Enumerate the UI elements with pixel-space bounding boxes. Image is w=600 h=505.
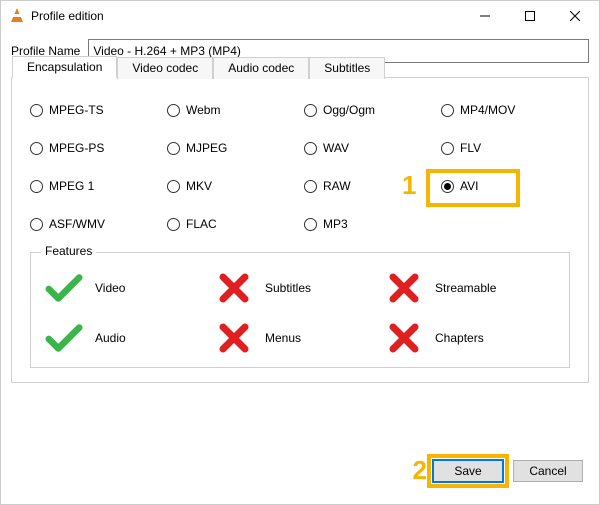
radio-icon — [167, 180, 180, 193]
cancel-button[interactable]: Cancel — [513, 460, 583, 482]
tab-audio-codec[interactable]: Audio codec — [213, 57, 309, 79]
radio-mpeg-ts[interactable]: MPEG-TS — [30, 100, 159, 120]
radio-icon — [304, 218, 317, 231]
radio-ogg[interactable]: Ogg/Ogm — [304, 100, 433, 120]
dialog-footer: 2 Save Cancel — [413, 455, 583, 486]
radio-icon — [304, 142, 317, 155]
radio-icon — [304, 104, 317, 117]
tab-row: Encapsulation Video codec Audio codec Su… — [12, 56, 385, 78]
feature-streamable: Streamable — [385, 273, 555, 303]
radio-mjpeg[interactable]: MJPEG — [167, 138, 296, 158]
close-button[interactable] — [552, 1, 597, 31]
cross-icon — [215, 273, 253, 303]
radio-mpeg-1[interactable]: MPEG 1 — [30, 176, 159, 196]
callout-2: 2 — [413, 455, 427, 486]
radio-wav[interactable]: WAV — [304, 138, 433, 158]
radio-icon — [441, 142, 454, 155]
radio-asf-wmv[interactable]: ASF/WMV — [30, 214, 159, 234]
check-icon — [45, 323, 83, 353]
radio-raw[interactable]: RAW — [304, 176, 433, 196]
check-icon — [45, 273, 83, 303]
feature-chapters: Chapters — [385, 323, 555, 353]
tab-video-codec[interactable]: Video codec — [117, 57, 213, 79]
radio-flv[interactable]: FLV — [441, 138, 570, 158]
encapsulation-grid: MPEG-TS Webm Ogg/Ogm MP4/MOV — [30, 100, 570, 234]
radio-icon — [30, 218, 43, 231]
radio-icon — [30, 104, 43, 117]
save-button[interactable]: Save — [433, 460, 503, 482]
radio-icon — [441, 104, 454, 117]
radio-icon — [167, 104, 180, 117]
radio-icon — [304, 180, 317, 193]
radio-avi[interactable]: AVI — [441, 176, 570, 196]
tab-subtitles[interactable]: Subtitles — [309, 57, 385, 79]
titlebar: Profile edition — [1, 1, 599, 31]
radio-icon — [167, 142, 180, 155]
maximize-button[interactable] — [507, 1, 552, 31]
cross-icon — [385, 273, 423, 303]
radio-icon — [441, 180, 454, 193]
radio-icon — [167, 218, 180, 231]
features-group: Features Video Subtitles Streamable — [30, 252, 570, 368]
radio-mp3[interactable]: MP3 — [304, 214, 433, 234]
encapsulation-panel: MPEG-TS Webm Ogg/Ogm MP4/MOV — [12, 78, 588, 382]
cross-icon — [385, 323, 423, 353]
radio-webm[interactable]: Webm — [167, 100, 296, 120]
radio-icon — [30, 180, 43, 193]
vlc-cone-icon — [9, 8, 25, 24]
radio-flac[interactable]: FLAC — [167, 214, 296, 234]
cross-icon — [215, 323, 253, 353]
radio-mpeg-ps[interactable]: MPEG-PS — [30, 138, 159, 158]
feature-subtitles: Subtitles — [215, 273, 385, 303]
radio-mp4-mov[interactable]: MP4/MOV — [441, 100, 570, 120]
radio-icon — [30, 142, 43, 155]
tab-frame: Encapsulation Video codec Audio codec Su… — [11, 77, 589, 383]
feature-menus: Menus — [215, 323, 385, 353]
tab-encapsulation[interactable]: Encapsulation — [12, 56, 117, 78]
feature-video: Video — [45, 273, 215, 303]
feature-audio: Audio — [45, 323, 215, 353]
features-grid: Video Subtitles Streamable Audio — [45, 273, 555, 353]
features-label: Features — [41, 244, 96, 258]
window-controls — [462, 1, 597, 31]
window-title: Profile edition — [31, 9, 462, 23]
profile-edition-window: Profile edition Profile Name Encapsulati… — [0, 0, 600, 505]
radio-mkv[interactable]: MKV — [167, 176, 296, 196]
minimize-button[interactable] — [462, 1, 507, 31]
